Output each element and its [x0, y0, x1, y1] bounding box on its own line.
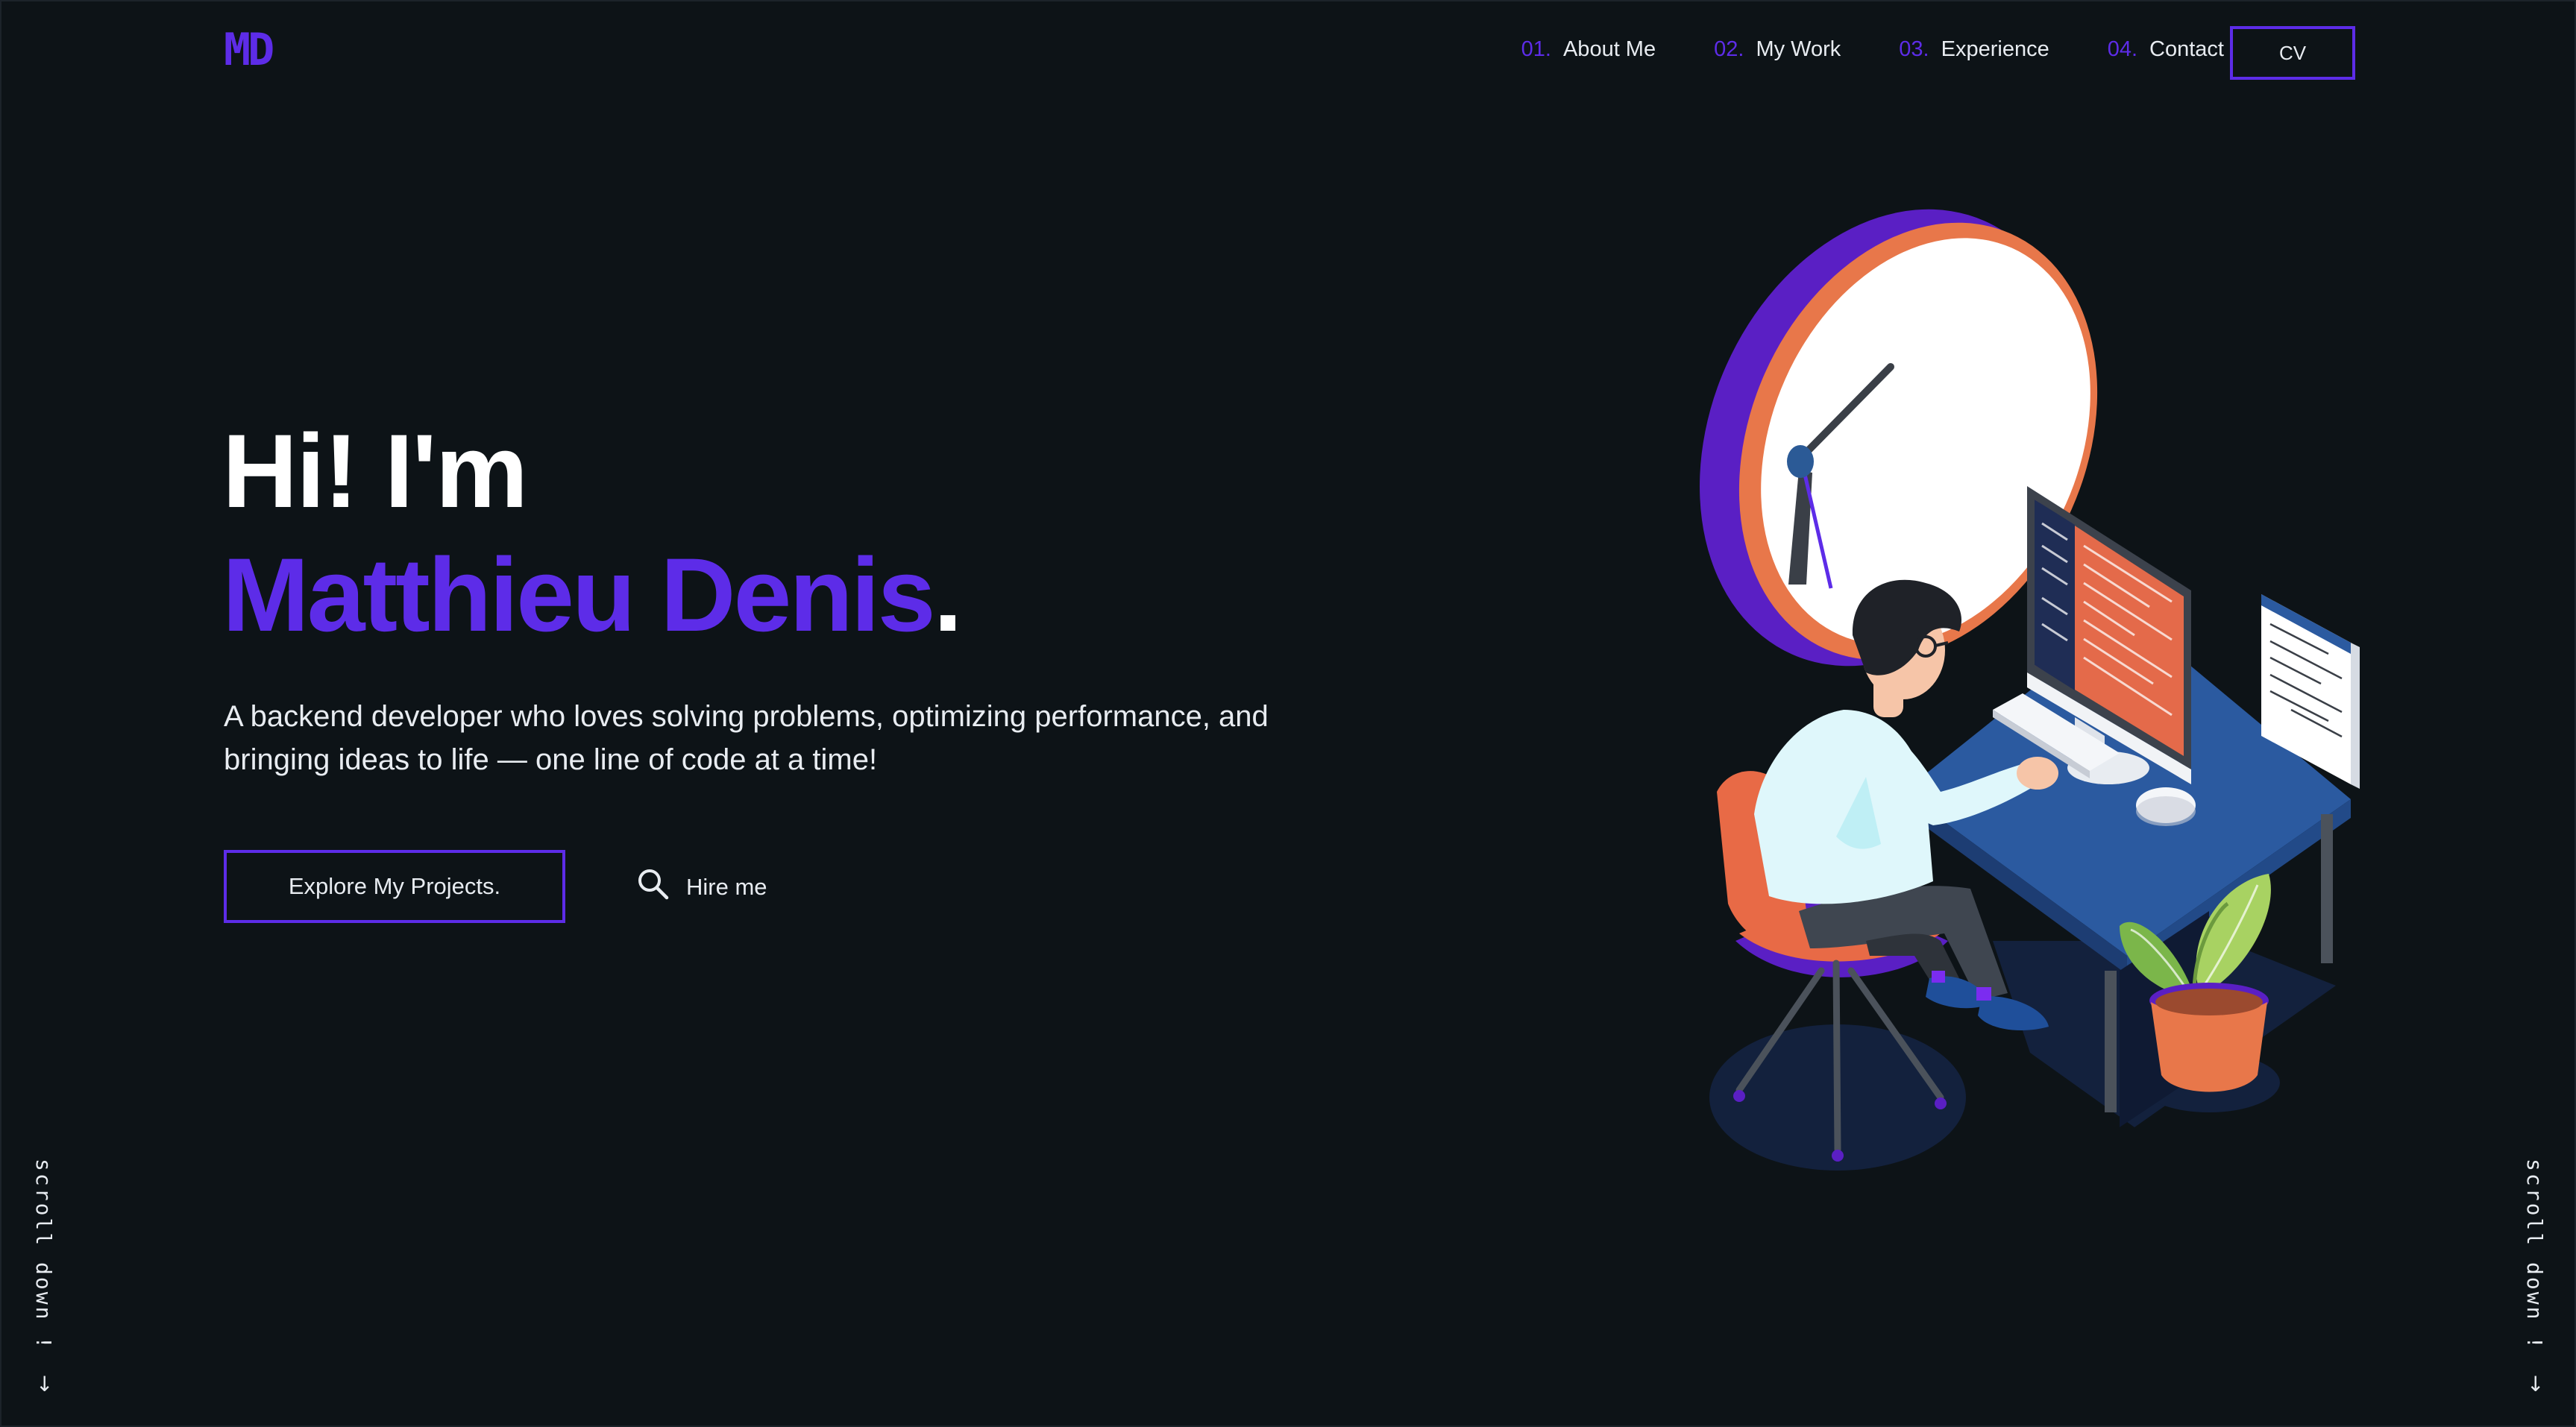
- hero-name-dot: .: [933, 536, 963, 653]
- arrow-down-icon[interactable]: ↓: [2527, 1372, 2544, 1396]
- nav-label: My Work: [1756, 37, 1841, 61]
- cv-button[interactable]: CV: [2230, 26, 2355, 80]
- scroll-hint-right: scroll down !: [2522, 1159, 2547, 1352]
- search-icon: [637, 868, 670, 907]
- nav-label: About Me: [1562, 37, 1656, 61]
- nav-item-contact[interactable]: 04. Contact: [2108, 37, 2224, 62]
- hire-me-label: Hire me: [686, 874, 767, 900]
- main-nav: 01. About Me 02. My Work 03. Experience …: [1521, 37, 2224, 62]
- nav-number: 04.: [2107, 37, 2138, 61]
- nav-number: 01.: [1521, 37, 1551, 61]
- hero-name-text: Matthieu Denis: [222, 536, 936, 653]
- nav-number: 02.: [1714, 37, 1744, 61]
- nav-item-about[interactable]: 01. About Me: [1521, 37, 1656, 62]
- nav-label: Experience: [1941, 37, 2049, 61]
- arrow-down-icon[interactable]: ↓: [36, 1372, 53, 1396]
- nav-item-experience[interactable]: 03. Experience: [1899, 37, 2049, 62]
- hero-tagline: A backend developer who loves solving pr…: [224, 700, 1269, 776]
- developer-illustration: [1700, 209, 2360, 1171]
- nav-item-work[interactable]: 02. My Work: [1714, 37, 1841, 62]
- hero-greeting: Hi! I'm: [222, 412, 528, 529]
- hire-me-link[interactable]: Hire me: [637, 868, 767, 907]
- hero-name: Matthieu Denis.: [222, 543, 963, 647]
- logo[interactable]: MD: [224, 24, 274, 76]
- nav-number: 03.: [1899, 37, 1929, 61]
- portfolio-page: MD 01. About Me 02. My Work 03. Experien…: [0, 0, 2576, 1427]
- nav-label: Contact: [2149, 37, 2224, 61]
- explore-projects-button[interactable]: Explore My Projects.: [224, 850, 565, 923]
- scroll-hint-left: scroll down !: [31, 1159, 56, 1352]
